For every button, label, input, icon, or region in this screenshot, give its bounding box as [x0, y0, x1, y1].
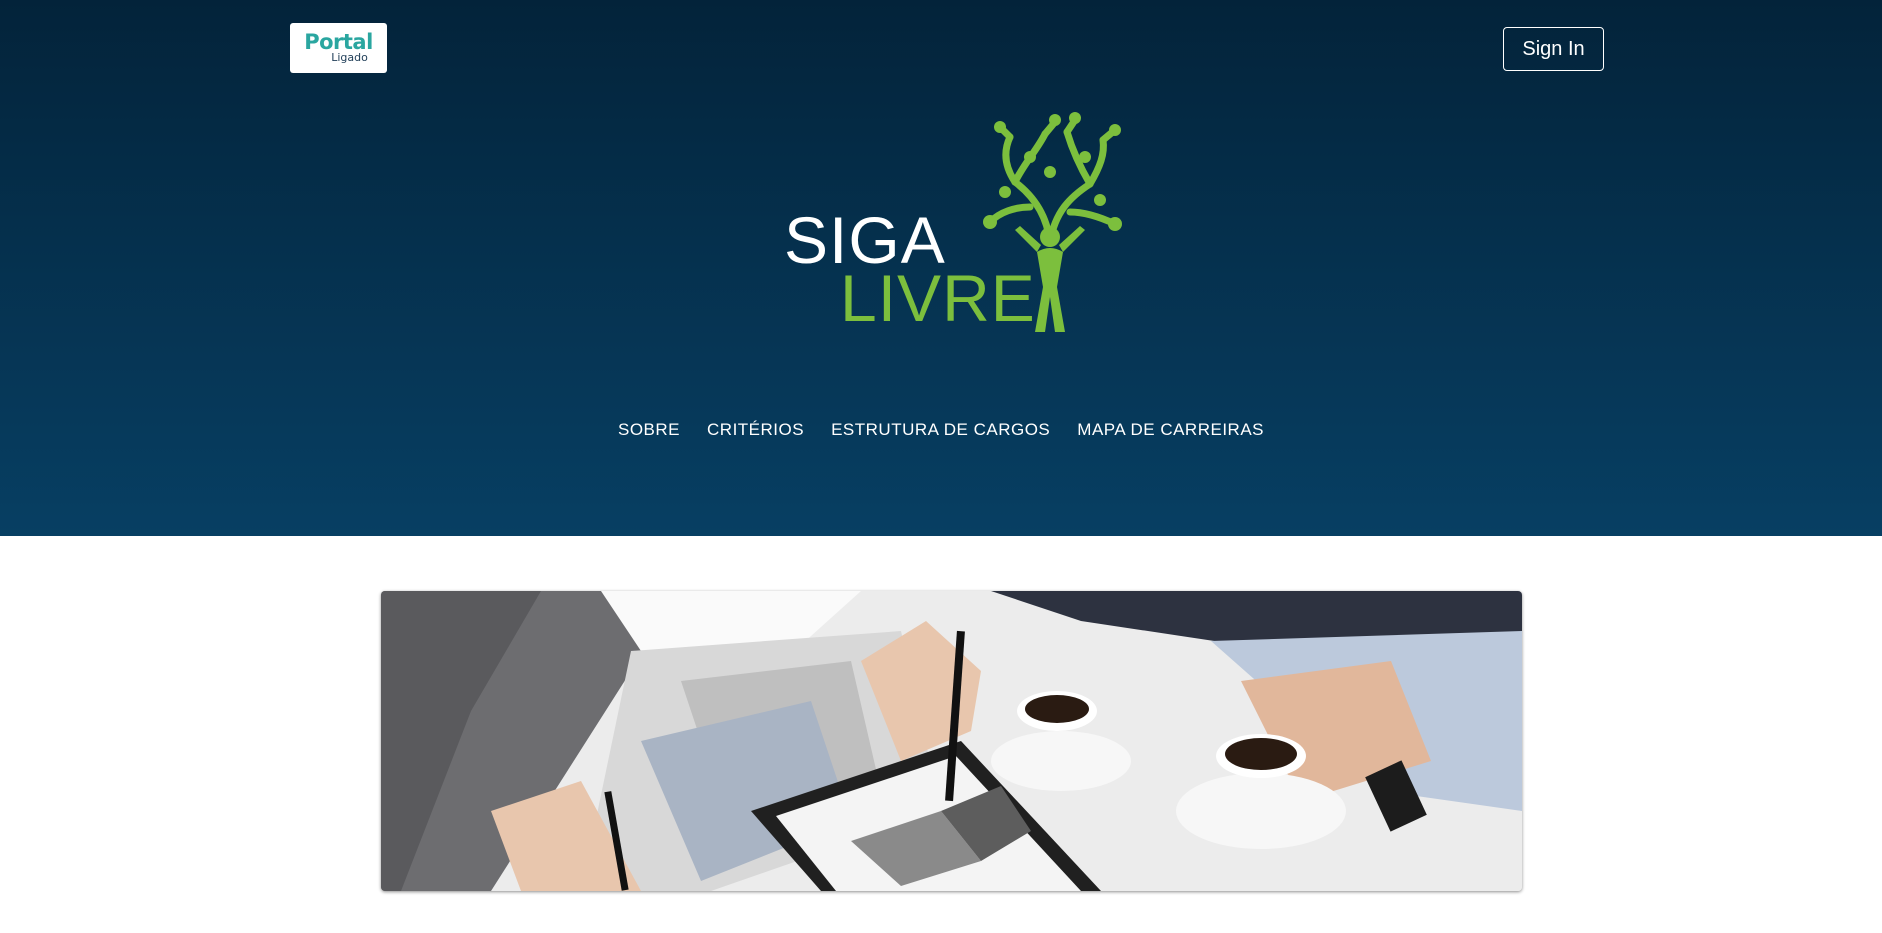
banner-photo [381, 591, 1522, 891]
people-tree-icon [983, 112, 1122, 332]
siga-livre-logo: SIGA LIVRE [780, 112, 1125, 334]
sign-in-button[interactable]: Sign In [1503, 27, 1604, 71]
nav-item-estrutura-de-cargos[interactable]: ESTRUTURA DE CARGOS [831, 420, 1050, 440]
main-nav: SOBRE CRITÉRIOS ESTRUTURA DE CARGOS MAPA… [0, 420, 1882, 440]
portal-logo-word: Portal [304, 30, 373, 54]
hero-header: Portal Ligado Sign In SIGA LIVRE SOBRE C… [0, 0, 1882, 536]
portal-logo-subword: Ligado [331, 51, 368, 64]
portal-ligado-logo[interactable]: Portal Ligado [290, 23, 387, 73]
business-meeting-photo-illustration [381, 591, 1522, 891]
nav-item-mapa-de-carreiras[interactable]: MAPA DE CARREIRAS [1077, 420, 1264, 440]
nav-item-criterios[interactable]: CRITÉRIOS [707, 420, 804, 440]
nav-item-sobre[interactable]: SOBRE [618, 420, 680, 440]
